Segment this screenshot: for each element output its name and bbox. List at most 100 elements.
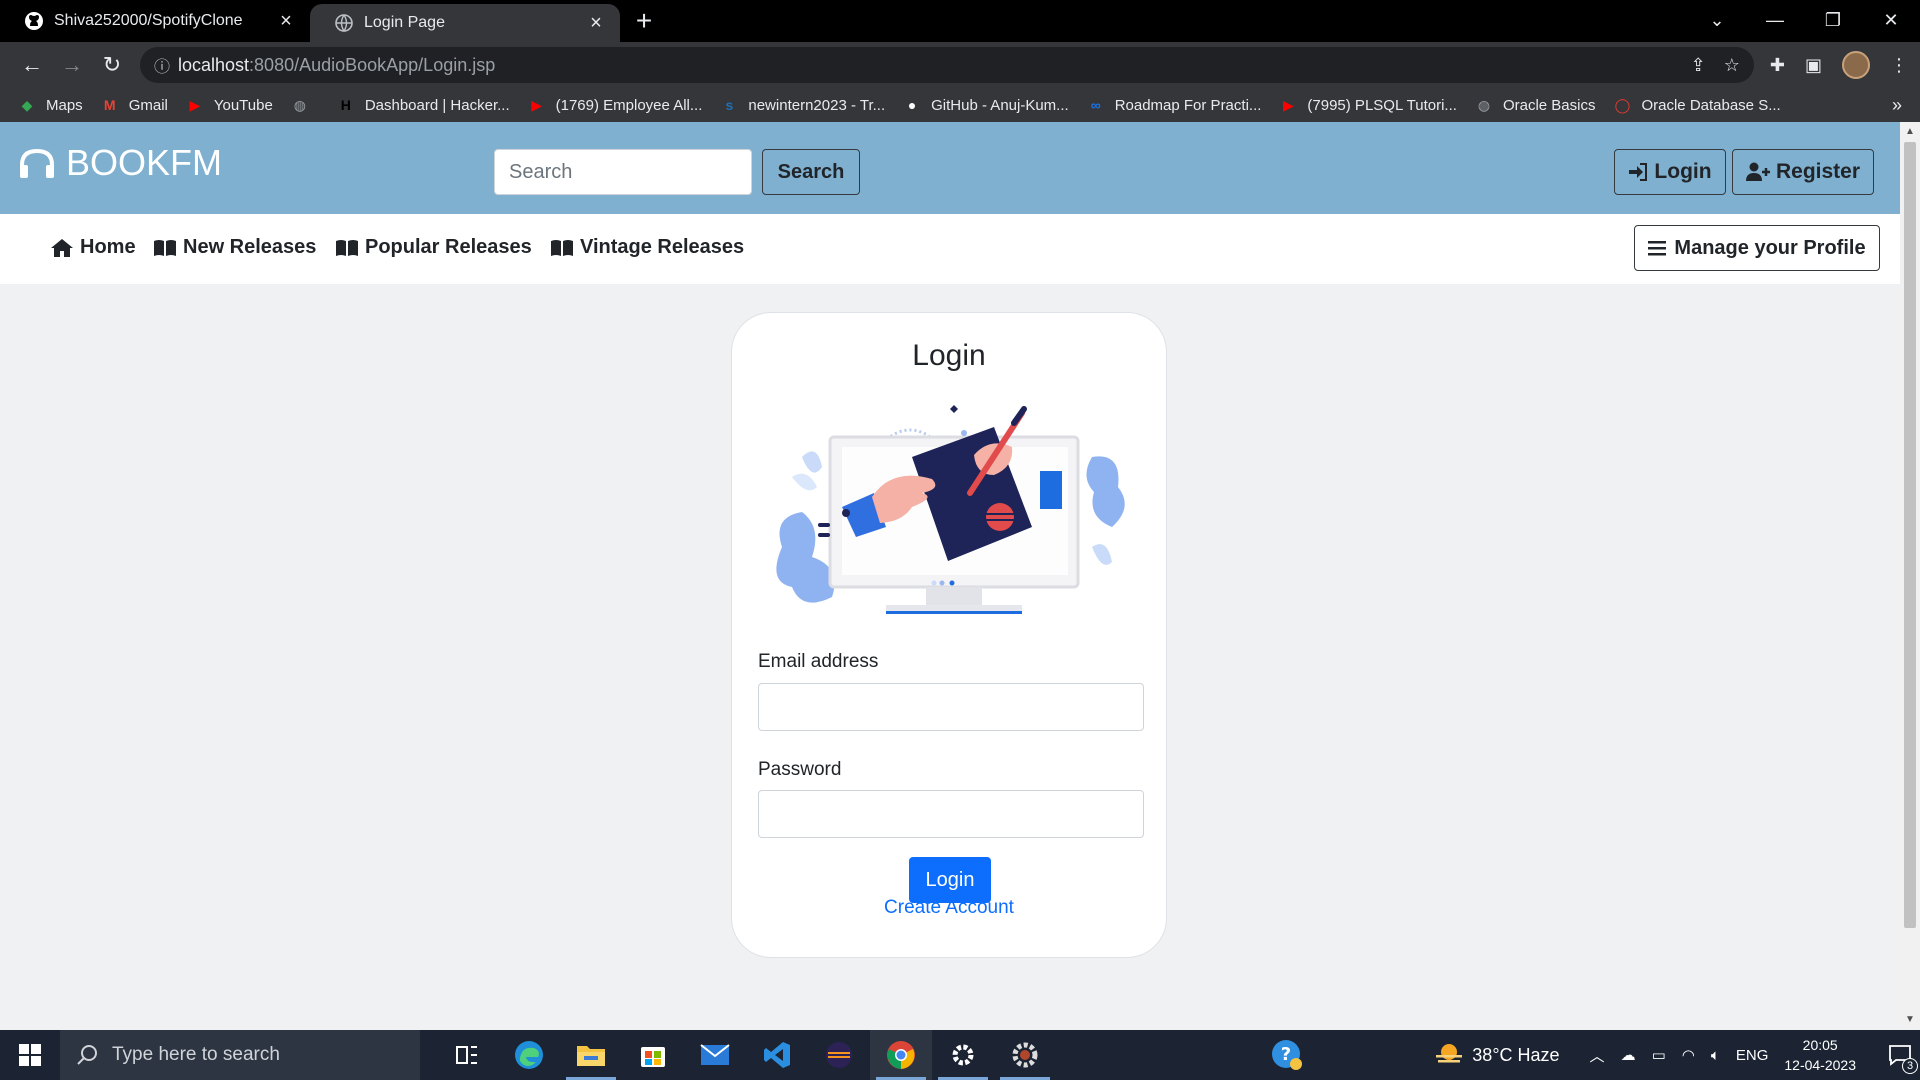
scrollbar-thumb[interactable] [1904,142,1916,928]
battery-icon[interactable]: ▭ [1652,1046,1666,1064]
taskbar-file-explorer[interactable] [560,1030,622,1080]
tab-title: Shiva252000/SpotifyClone [54,12,243,29]
taskbar-search[interactable]: Type here to search [60,1030,420,1080]
bookmark-item[interactable]: ◍ Oracle Basics [1475,96,1596,114]
manage-profile-button[interactable]: Manage your Profile [1634,225,1880,271]
bookmark-item[interactable]: s newintern2023 - Tr... [720,96,885,114]
new-tab-button[interactable]: + [624,0,664,42]
taskbar-edge[interactable] [498,1030,560,1080]
bookmark-item[interactable]: ▶ YouTube [186,96,273,114]
user-plus-icon [1745,162,1770,181]
scroll-down-icon[interactable]: ▼ [1900,1012,1920,1028]
folder-icon [577,1046,605,1066]
email-field[interactable] [758,683,1144,731]
taskbar-settings[interactable] [932,1030,994,1080]
bookmark-label: Maps [46,96,83,114]
nav-vintage-releases[interactable]: Vintage Releases [550,236,744,259]
nav-popular-releases[interactable]: Popular Releases [335,236,532,259]
restore-button[interactable]: ❐ [1804,0,1862,40]
taskbar-chrome[interactable] [870,1030,932,1080]
taskbar-mail[interactable] [684,1030,746,1080]
forward-button[interactable]: → [52,45,92,85]
bookmark-item[interactable]: ◍ [291,96,319,114]
info-icon[interactable]: ⓘ [154,53,178,77]
book-icon [336,239,358,256]
bookmark-star-icon[interactable]: ☆ [1724,55,1740,76]
menu-icon[interactable]: ⋮ [1890,55,1908,76]
extensions-icon[interactable]: ✚ [1770,55,1785,76]
bookmark-item[interactable]: H Dashboard | Hacker... [337,96,510,114]
store-icon [641,1047,665,1067]
close-icon[interactable]: × [586,12,606,34]
nav-home[interactable]: Home [50,236,136,259]
browser-tab-github[interactable]: Shiva252000/SpotifyClone × [0,0,310,42]
roadmap-icon: ∞ [1090,97,1101,113]
windows-taskbar: Type here to search ? 38°C Haze ︿ ☁ ▭ ◠ … [0,1030,1920,1080]
tab-search-icon[interactable]: ⌄ [1688,0,1746,40]
volume-icon[interactable]: 🔈︎ [1711,1047,1720,1064]
close-icon[interactable]: × [276,10,296,32]
bookmark-label: Oracle Basics [1502,96,1596,114]
sub-navigation: Home New Releases Popular Releases Vinta… [0,214,1900,284]
eclipse-icon [826,1042,852,1068]
side-panel-icon[interactable]: ▣ [1805,55,1822,76]
bookmark-item[interactable]: ◆ Maps [18,96,83,114]
site-header: BOOKFM Search Search Login Register [0,122,1900,214]
password-field[interactable] [758,790,1144,838]
bookmark-item[interactable]: ▶ (7995) PLSQL Tutori... [1279,96,1457,114]
address-bar[interactable]: ⓘ localhost :8080/AudioBookApp/Login.jsp… [140,47,1754,83]
create-account-link[interactable]: Create Account [732,897,1166,919]
onedrive-icon[interactable]: ☁ [1621,1046,1636,1064]
bookmark-label: Dashboard | Hacker... [364,96,510,114]
notification-center-button[interactable]: 3 [1880,1030,1920,1080]
page-scrollbar[interactable]: ▲ ▼ [1900,122,1920,1030]
language-indicator[interactable]: ENG [1736,1047,1769,1064]
help-icon[interactable]: ? [1270,1038,1304,1077]
weather-widget[interactable]: 38°C Haze [1434,1043,1560,1067]
mail-icon [700,1044,730,1065]
profile-avatar[interactable] [1842,51,1870,79]
header-register-button[interactable]: Register [1732,149,1874,195]
clock[interactable]: 20:05 12-04-2023 [1784,1035,1856,1075]
bookmark-label: Oracle Database S... [1641,96,1781,114]
url-path: :8080/AudioBookApp/Login.jsp [249,54,496,75]
search-button[interactable]: Search [762,149,860,195]
nav-label: Popular Releases [365,236,532,258]
share-icon[interactable]: ⇪ [1691,55,1706,76]
taskbar-vscode[interactable] [746,1030,808,1080]
page-viewport: BOOKFM Search Search Login Register Home… [0,122,1900,1030]
bookmark-label: (1769) Employee All... [555,96,703,114]
brand-logo[interactable]: BOOKFM [18,142,222,184]
book-icon [154,239,176,256]
search-input[interactable]: Search [494,149,752,195]
headphones-icon [20,148,54,178]
chrome-icon [887,1041,915,1069]
wifi-icon[interactable]: ◠ [1682,1046,1695,1064]
bookmark-item[interactable]: ∞ Roadmap For Practi... [1087,96,1262,114]
nav-label: Vintage Releases [580,236,745,258]
header-login-button[interactable]: Login [1614,149,1726,195]
bookmark-item[interactable]: ● GitHub - Anuj-Kum... [903,96,1069,114]
bookmark-item[interactable]: ▶ (1769) Employee All... [528,96,703,114]
taskbar-tomcat[interactable] [994,1030,1056,1080]
browser-tab-login[interactable]: Login Page × [310,4,620,42]
bookmark-item[interactable]: M Gmail [101,96,168,114]
start-button[interactable] [0,1030,60,1080]
minimize-button[interactable]: — [1746,0,1804,40]
bookmark-item[interactable]: ◯ Oracle Database S... [1613,96,1781,114]
taskbar-store[interactable] [622,1030,684,1080]
chevron-up-icon[interactable]: ︿ [1590,1045,1605,1066]
bookmarks-overflow-icon[interactable]: » [1892,95,1902,116]
scroll-up-icon[interactable]: ▲ [1900,124,1920,140]
bookmark-label: YouTube [213,96,273,114]
trello-icon: s [725,97,734,113]
back-button[interactable]: ← [12,45,52,85]
taskbar-eclipse[interactable] [808,1030,870,1080]
url-host: localhost [178,54,250,75]
task-view-button[interactable] [436,1030,498,1080]
nav-new-releases[interactable]: New Releases [153,236,316,259]
reload-button[interactable]: ↻ [92,45,132,85]
close-window-button[interactable]: ✕ [1862,0,1920,40]
vscode-icon [764,1042,790,1068]
gear-icon [952,1044,974,1066]
